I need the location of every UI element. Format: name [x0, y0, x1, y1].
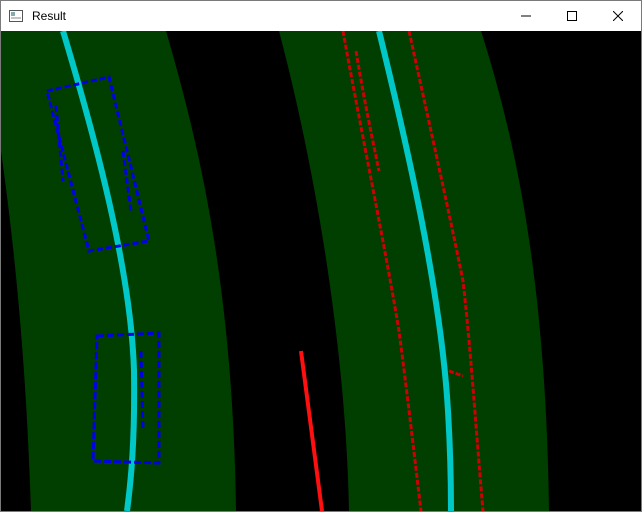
- minimize-button[interactable]: [503, 1, 549, 31]
- window-title: Result: [32, 9, 67, 23]
- opencv-window-icon: [8, 8, 24, 24]
- lane-detection-result: [1, 31, 641, 511]
- close-icon: [613, 11, 623, 21]
- result-window: Result: [0, 0, 642, 512]
- title-bar[interactable]: Result: [1, 1, 641, 31]
- maximize-button[interactable]: [549, 1, 595, 31]
- maximize-icon: [567, 11, 577, 21]
- result-image-canvas: [1, 31, 641, 511]
- minimize-icon: [521, 11, 531, 21]
- close-button[interactable]: [595, 1, 641, 31]
